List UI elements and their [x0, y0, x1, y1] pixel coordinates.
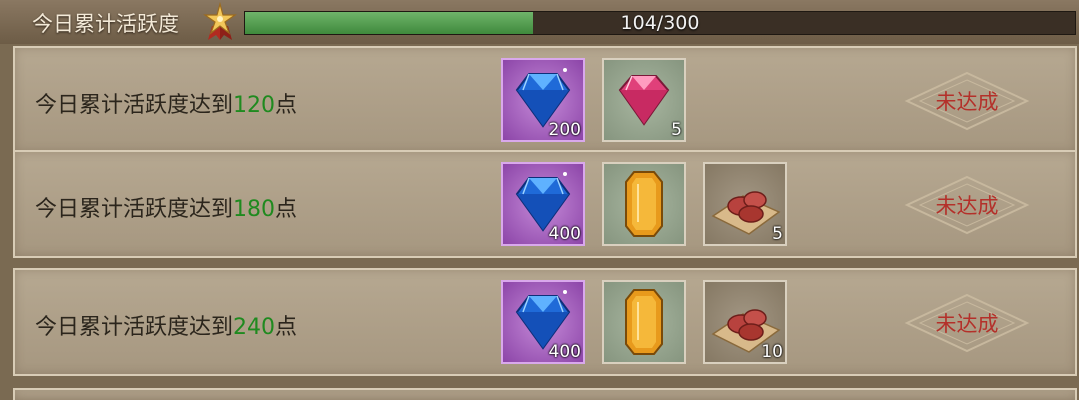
- status-badge: 未达成: [902, 174, 1032, 236]
- row-condition: 今日累计活跃度达到240点: [35, 309, 297, 341]
- status-text: 未达成: [935, 90, 999, 114]
- condition-prefix: 今日累计活跃度达到: [35, 93, 234, 118]
- activity-header: 今日累计活跃度 104/300: [0, 0, 1079, 44]
- reward-quantity: 400: [548, 224, 581, 244]
- condition-suffix: 点: [275, 197, 298, 222]
- condition-prefix: 今日累计活跃度达到: [35, 315, 234, 340]
- reward-row-240: 今日累计活跃度达到240点 400 10 未达成: [13, 268, 1077, 376]
- reward-item-meat[interactable]: 5: [703, 162, 787, 246]
- status-text: 未达成: [935, 194, 999, 218]
- reward-row-180: 今日累计活跃度达到180点 400 5 未达成: [13, 150, 1077, 258]
- reward-quantity: 5: [671, 120, 682, 140]
- reward-item-pink-gem[interactable]: 5: [602, 58, 686, 142]
- reward-item-amber-crystal[interactable]: [602, 162, 686, 246]
- reward-quantity: 5: [772, 224, 783, 244]
- reward-row-next: [13, 388, 1077, 400]
- condition-target: 240: [233, 315, 276, 340]
- amber-crystal-icon: [625, 171, 663, 237]
- reward-item-blue-diamond[interactable]: 400: [501, 162, 585, 246]
- condition-target: 180: [233, 197, 276, 222]
- reward-quantity: 10: [761, 342, 783, 362]
- row-condition: 今日累计活跃度达到120点: [35, 87, 297, 119]
- medal-icon: [203, 2, 237, 40]
- condition-target: 120: [233, 93, 276, 118]
- progress-text: 104/300: [620, 12, 700, 34]
- status-badge: 未达成: [902, 292, 1032, 354]
- reward-quantity: 400: [548, 342, 581, 362]
- reward-item-blue-diamond[interactable]: 400: [501, 280, 585, 364]
- reward-item-meat[interactable]: 10: [703, 280, 787, 364]
- condition-prefix: 今日累计活跃度达到: [35, 197, 234, 222]
- amber-crystal-icon: [625, 289, 663, 355]
- reward-row-120: 今日累计活跃度达到120点 200 5 未达成: [13, 46, 1077, 154]
- reward-item-blue-diamond[interactable]: 200: [501, 58, 585, 142]
- status-text: 未达成: [935, 312, 999, 336]
- condition-suffix: 点: [275, 93, 298, 118]
- header-title: 今日累计活跃度: [32, 12, 179, 36]
- condition-suffix: 点: [275, 315, 298, 340]
- reward-item-amber-crystal[interactable]: [602, 280, 686, 364]
- status-badge: 未达成: [902, 70, 1032, 132]
- row-condition: 今日累计活跃度达到180点: [35, 191, 297, 223]
- activity-progress-bar: 104/300: [244, 11, 1076, 35]
- reward-quantity: 200: [548, 120, 581, 140]
